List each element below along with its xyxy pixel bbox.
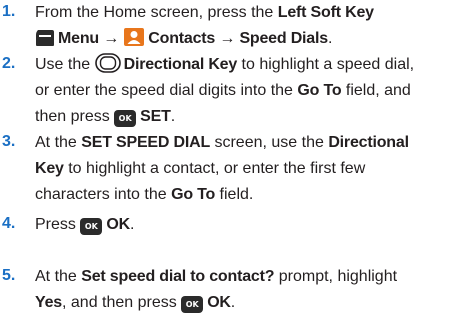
ok-key-icon: OK: [80, 218, 103, 235]
directional-label: Directional: [328, 134, 409, 151]
prompt-label: Set speed dial to contact?: [81, 268, 275, 285]
key-label: Key: [35, 160, 64, 177]
step-text: At the Set speed dial to contact? prompt…: [35, 268, 398, 313]
left-soft-key-label: Left Soft Key: [277, 4, 374, 21]
step-number: 5.: [2, 267, 16, 284]
set-label: SET: [140, 108, 171, 125]
step-text: Use the Directional Key to highlight a s…: [35, 52, 468, 130]
step-text: Press OK OK.: [35, 216, 135, 235]
menu-label: Menu: [58, 30, 99, 47]
step-number: 4.: [2, 215, 16, 232]
directional-key-label: Directional Key: [123, 56, 238, 73]
arrow-icon: →: [215, 30, 240, 47]
set-speed-dial-label: SET SPEED DIAL: [81, 134, 211, 151]
ok-label: OK: [207, 294, 231, 311]
step-number: 1.: [2, 3, 16, 20]
speed-dials-label: Speed Dials: [239, 30, 328, 47]
go-to-label: Go To: [297, 82, 342, 99]
ok-key-icon: OK: [114, 110, 137, 127]
step-text: At the SET SPEED DIAL screen, use the Di…: [35, 134, 409, 203]
ok-key-icon: OK: [181, 296, 204, 313]
ok-label: OK: [106, 216, 130, 233]
go-to-label: Go To: [171, 186, 216, 203]
step-text: From the Home screen, press the Left Sof…: [35, 0, 468, 52]
contacts-label: Contacts: [148, 30, 216, 47]
yes-label: Yes: [35, 294, 62, 311]
arrow-icon: →: [98, 30, 124, 47]
step-number: 2.: [2, 55, 16, 72]
step-number: 3.: [2, 133, 16, 150]
